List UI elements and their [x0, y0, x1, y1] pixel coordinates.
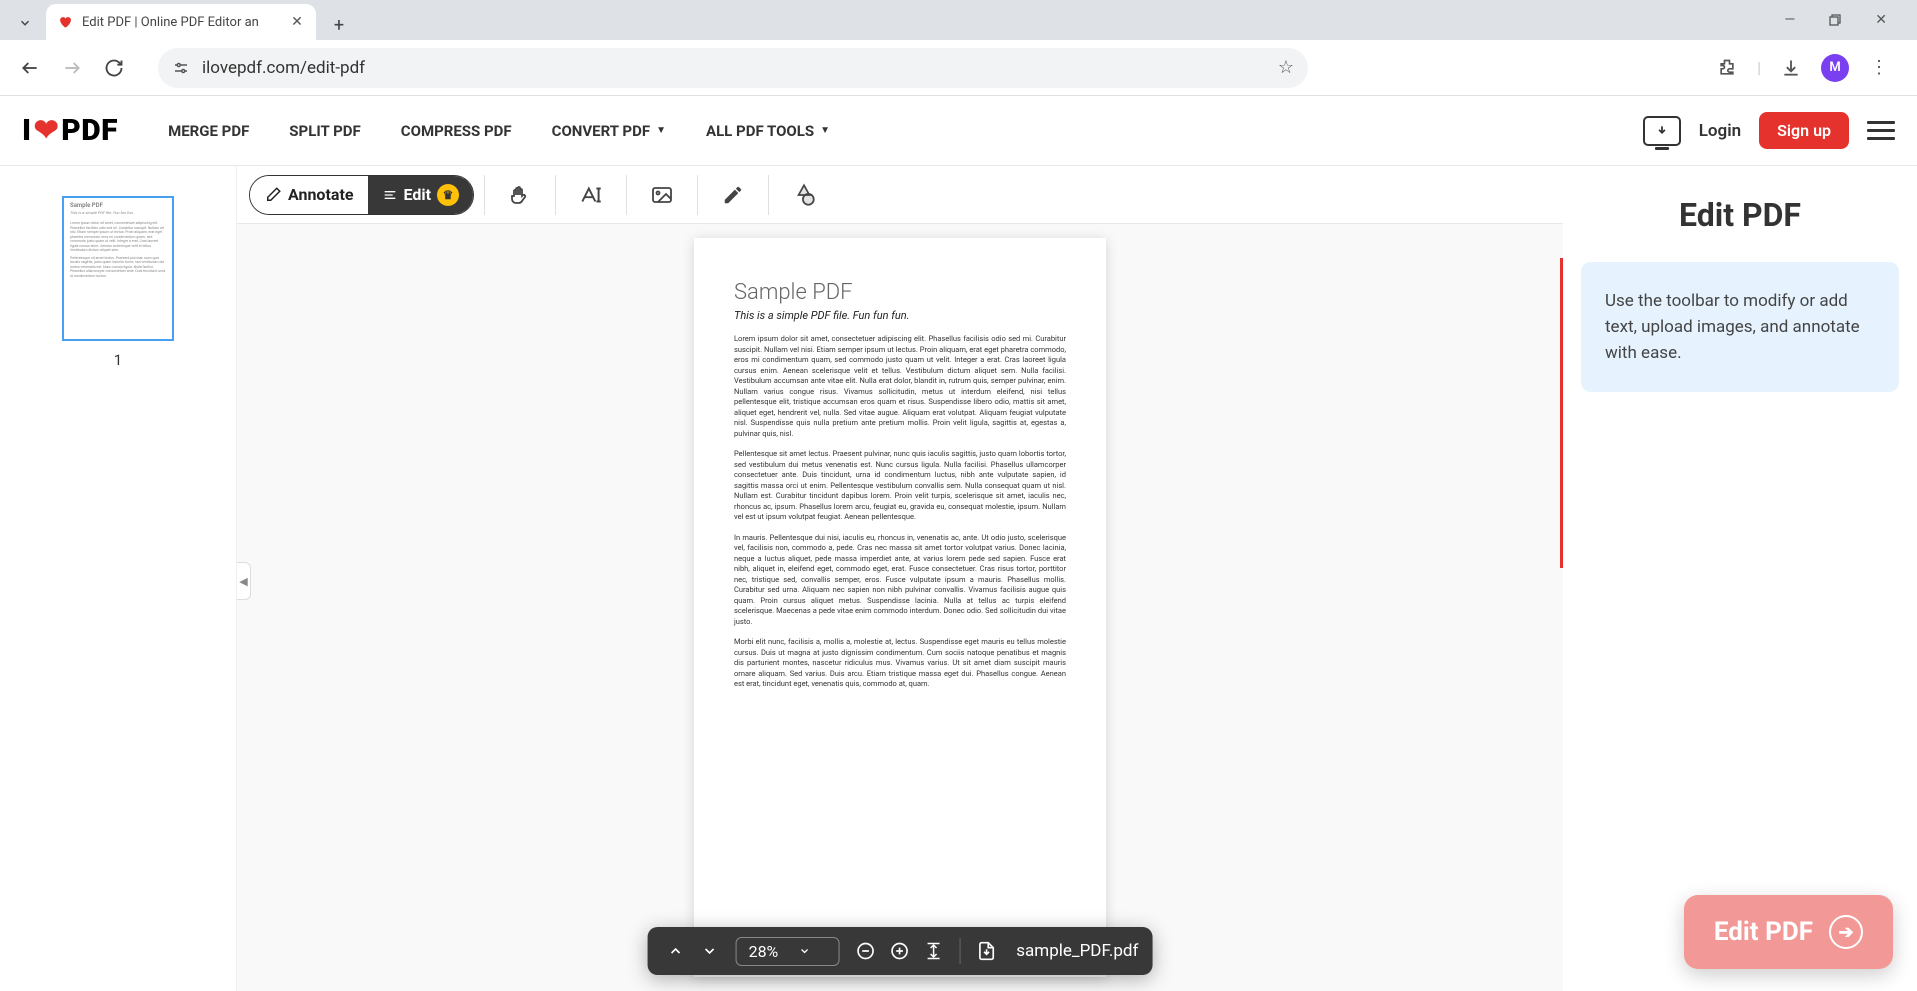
fit-height-button[interactable]	[919, 937, 947, 965]
zoom-in-button[interactable]	[885, 937, 913, 965]
right-panel: Edit PDF Use the toolbar to modify or ad…	[1563, 166, 1917, 991]
canvas-area: Annotate Edit ♛	[237, 166, 1563, 991]
hamburger-menu-icon[interactable]	[1867, 116, 1895, 145]
heart-icon: ❤	[34, 113, 60, 148]
nav-compress-pdf[interactable]: COMPRESS PDF	[401, 122, 512, 140]
accent-bar	[1560, 258, 1563, 568]
chevron-down-icon: ▼	[656, 125, 666, 136]
extensions-icon[interactable]	[1709, 50, 1745, 86]
tab-close-button[interactable]: ✕	[288, 13, 306, 31]
nav-merge-pdf[interactable]: MERGE PDF	[168, 122, 249, 140]
edit-pdf-action-button[interactable]: Edit PDF ➔	[1684, 895, 1893, 969]
desktop-app-icon[interactable]	[1643, 116, 1681, 146]
info-box: Use the toolbar to modify or add text, u…	[1581, 262, 1899, 392]
tab-title: Edit PDF | Online PDF Editor an	[82, 15, 280, 30]
app-header: I ❤ PDF MERGE PDF SPLIT PDF COMPRESS PDF…	[0, 96, 1917, 166]
window-minimize-button[interactable]: —	[1776, 8, 1803, 32]
doc-title: Sample PDF	[734, 280, 1066, 305]
right-panel-title: Edit PDF	[1581, 196, 1899, 234]
url-text: ilovepdf.com/edit-pdf	[202, 58, 1266, 78]
mode-annotate-button[interactable]: Annotate	[250, 176, 368, 214]
login-link[interactable]: Login	[1699, 121, 1741, 141]
doc-paragraph: Pellentesque sit amet lectus. Praesent p…	[734, 449, 1066, 523]
text-tool-button[interactable]	[566, 170, 616, 220]
logo-letter-i: I	[22, 113, 32, 148]
downloads-icon[interactable]	[1773, 50, 1809, 86]
browser-back-button[interactable]	[12, 50, 48, 86]
browser-tab-strip: Edit PDF | Online PDF Editor an ✕ + — ✕	[0, 0, 1917, 40]
canvas-viewport[interactable]: Sample PDF This is a simple PDF file. Fu…	[237, 224, 1563, 991]
shapes-tool-button[interactable]	[779, 170, 829, 220]
browser-tab-active[interactable]: Edit PDF | Online PDF Editor an ✕	[46, 4, 316, 40]
main-nav: MERGE PDF SPLIT PDF COMPRESS PDF CONVERT…	[168, 122, 830, 140]
chevron-down-icon: ▼	[820, 125, 830, 136]
nav-all-pdf-tools[interactable]: ALL PDF TOOLS▼	[706, 122, 830, 140]
mode-edit-button[interactable]: Edit ♛	[368, 176, 474, 214]
mode-toggle[interactable]: Annotate Edit ♛	[249, 175, 474, 215]
filename-label: sample_PDF.pdf	[1016, 941, 1138, 961]
doc-paragraph: In mauris. Pellentesque dui nisi, iaculi…	[734, 533, 1066, 628]
logo[interactable]: I ❤ PDF	[22, 113, 118, 148]
signup-button[interactable]: Sign up	[1759, 112, 1849, 149]
window-maximize-button[interactable]	[1821, 10, 1849, 30]
doc-paragraph: Morbi elit nunc, facilisis a, mollis a, …	[734, 637, 1066, 690]
main-work-area: Sample PDF This is a simple PDF file. Fu…	[0, 166, 1917, 991]
premium-crown-icon: ♛	[437, 184, 459, 206]
window-close-button[interactable]: ✕	[1867, 8, 1895, 32]
editor-toolbar: Annotate Edit ♛	[237, 166, 1563, 224]
tab-favicon-icon	[56, 13, 74, 31]
nav-convert-pdf[interactable]: CONVERT PDF▼	[552, 122, 666, 140]
browser-address-bar[interactable]: ilovepdf.com/edit-pdf ☆	[158, 48, 1308, 88]
prev-page-button[interactable]	[662, 937, 690, 965]
page-thumbnail-1[interactable]: Sample PDF This is a simple PDF file. Fu…	[62, 196, 174, 341]
browser-menu-icon[interactable]: ⋮	[1861, 50, 1897, 86]
doc-paragraph: Lorem ipsum dolor sit amet, consectetuer…	[734, 334, 1066, 439]
thumbnail-sidebar: Sample PDF This is a simple PDF file. Fu…	[0, 166, 237, 991]
next-page-button[interactable]	[696, 937, 724, 965]
thumbnail-page-number: 1	[114, 351, 122, 369]
window-controls: — ✕	[1776, 0, 1917, 40]
pdf-page-1[interactable]: Sample PDF This is a simple PDF file. Fu…	[694, 238, 1106, 977]
pan-tool-button[interactable]	[495, 170, 545, 220]
draw-tool-button[interactable]	[708, 170, 758, 220]
new-tab-button[interactable]: +	[324, 10, 354, 40]
arrow-right-circle-icon: ➔	[1829, 915, 1863, 949]
bookmark-star-icon[interactable]: ☆	[1278, 57, 1294, 78]
logo-letters-pdf: PDF	[61, 113, 118, 148]
doc-subtitle: This is a simple PDF file. Fun fun fun.	[734, 309, 1066, 322]
zoom-select[interactable]: 28%	[736, 937, 840, 966]
browser-toolbar: ilovepdf.com/edit-pdf ☆ | M ⋮	[0, 40, 1917, 96]
browser-forward-button[interactable]	[54, 50, 90, 86]
image-tool-button[interactable]	[637, 170, 687, 220]
profile-avatar[interactable]: M	[1821, 54, 1849, 82]
file-icon	[972, 937, 1000, 965]
browser-reload-button[interactable]	[96, 50, 132, 86]
site-settings-icon[interactable]	[172, 59, 190, 77]
tab-search-dropdown[interactable]	[8, 6, 42, 40]
zoom-out-button[interactable]	[851, 937, 879, 965]
nav-split-pdf[interactable]: SPLIT PDF	[289, 122, 360, 140]
bottom-status-bar: 28% sample_PDF.pdf	[648, 927, 1153, 975]
